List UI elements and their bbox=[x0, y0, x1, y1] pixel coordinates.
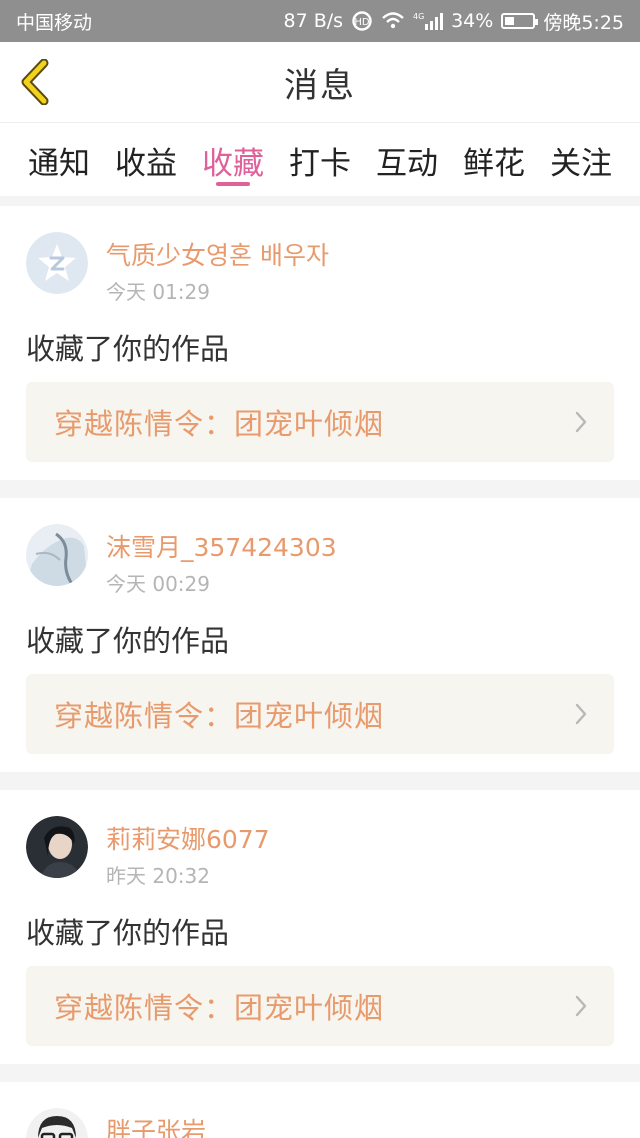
tab-checkin[interactable]: 打卡 bbox=[281, 123, 359, 197]
avatar[interactable] bbox=[26, 524, 88, 586]
avatar[interactable] bbox=[26, 232, 88, 294]
battery-icon bbox=[501, 13, 539, 29]
tab-notification[interactable]: 通知 bbox=[20, 123, 98, 197]
tab-flowers[interactable]: 鲜花 bbox=[455, 123, 533, 197]
user-photo-icon bbox=[26, 816, 88, 878]
tab-interaction[interactable]: 互动 bbox=[368, 123, 446, 197]
svg-text:HD: HD bbox=[354, 17, 370, 28]
tab-favorites[interactable]: 收藏 bbox=[194, 123, 272, 197]
page-title: 消息 bbox=[284, 65, 356, 106]
hd-icon: HD bbox=[352, 11, 372, 31]
list-item: 莉莉安娜6077 昨天 20:32 收藏了你的作品 穿越陈情令：团宠叶倾烟 bbox=[0, 790, 640, 1064]
list-item: 气质少女영혼 배우자 今天 01:29 收藏了你的作品 穿越陈情令：团宠叶倾烟 bbox=[0, 206, 640, 480]
network-speed: 87 B/s bbox=[283, 10, 344, 32]
work-title: 穿越陈情令：团宠叶倾烟 bbox=[54, 699, 385, 733]
nav-bar: 消息 bbox=[0, 42, 640, 122]
username[interactable]: 莉莉安娜6077 bbox=[106, 820, 270, 856]
username[interactable]: 气质少女영혼 배우자 bbox=[106, 236, 329, 272]
chevron-right-icon bbox=[575, 411, 587, 433]
carrier-label: 中国移动 bbox=[16, 11, 93, 34]
work-link[interactable]: 穿越陈情令：团宠叶倾烟 bbox=[26, 674, 614, 754]
default-avatar-icon bbox=[26, 232, 88, 294]
list-item: 胖子张岩 bbox=[0, 1082, 640, 1138]
wifi-icon bbox=[382, 12, 404, 29]
status-bar: 中国移动 87 B/s HD 4G 34% 傍晚5:25 bbox=[0, 0, 640, 42]
username[interactable]: 胖子张岩 bbox=[106, 1112, 206, 1138]
username[interactable]: 沫雪月_357424303 bbox=[106, 528, 337, 564]
clock: 傍晚5:25 bbox=[543, 11, 624, 34]
signal-4g-icon: 4G bbox=[413, 12, 444, 30]
chevron-right-icon bbox=[575, 995, 587, 1017]
timestamp: 今天 01:29 bbox=[106, 280, 210, 304]
action-text: 收藏了你的作品 bbox=[26, 624, 230, 658]
work-title: 穿越陈情令：团宠叶倾烟 bbox=[54, 991, 385, 1025]
chevron-left-icon bbox=[21, 59, 49, 105]
tab-follow[interactable]: 关注 bbox=[542, 123, 620, 197]
battery-percent: 34% bbox=[451, 10, 494, 32]
work-link[interactable]: 穿越陈情令：团宠叶倾烟 bbox=[26, 966, 614, 1046]
back-button[interactable] bbox=[14, 58, 54, 106]
list-item: 沫雪月_357424303 今天 00:29 收藏了你的作品 穿越陈情令：团宠叶… bbox=[0, 498, 640, 772]
user-photo-icon bbox=[26, 1108, 88, 1138]
avatar[interactable] bbox=[26, 1108, 88, 1138]
action-text: 收藏了你的作品 bbox=[26, 916, 230, 950]
tab-earnings[interactable]: 收益 bbox=[107, 123, 185, 197]
work-title: 穿越陈情令：团宠叶倾烟 bbox=[54, 407, 385, 441]
action-text: 收藏了你的作品 bbox=[26, 332, 230, 366]
svg-text:4G: 4G bbox=[413, 12, 424, 21]
chevron-right-icon bbox=[575, 703, 587, 725]
work-link[interactable]: 穿越陈情令：团宠叶倾烟 bbox=[26, 382, 614, 462]
timestamp: 今天 00:29 bbox=[106, 572, 210, 596]
user-photo-icon bbox=[26, 524, 88, 586]
timestamp: 昨天 20:32 bbox=[106, 864, 210, 888]
tab-bar: 通知 收益 收藏 打卡 互动 鲜花 关注 bbox=[0, 122, 640, 196]
avatar[interactable] bbox=[26, 816, 88, 878]
